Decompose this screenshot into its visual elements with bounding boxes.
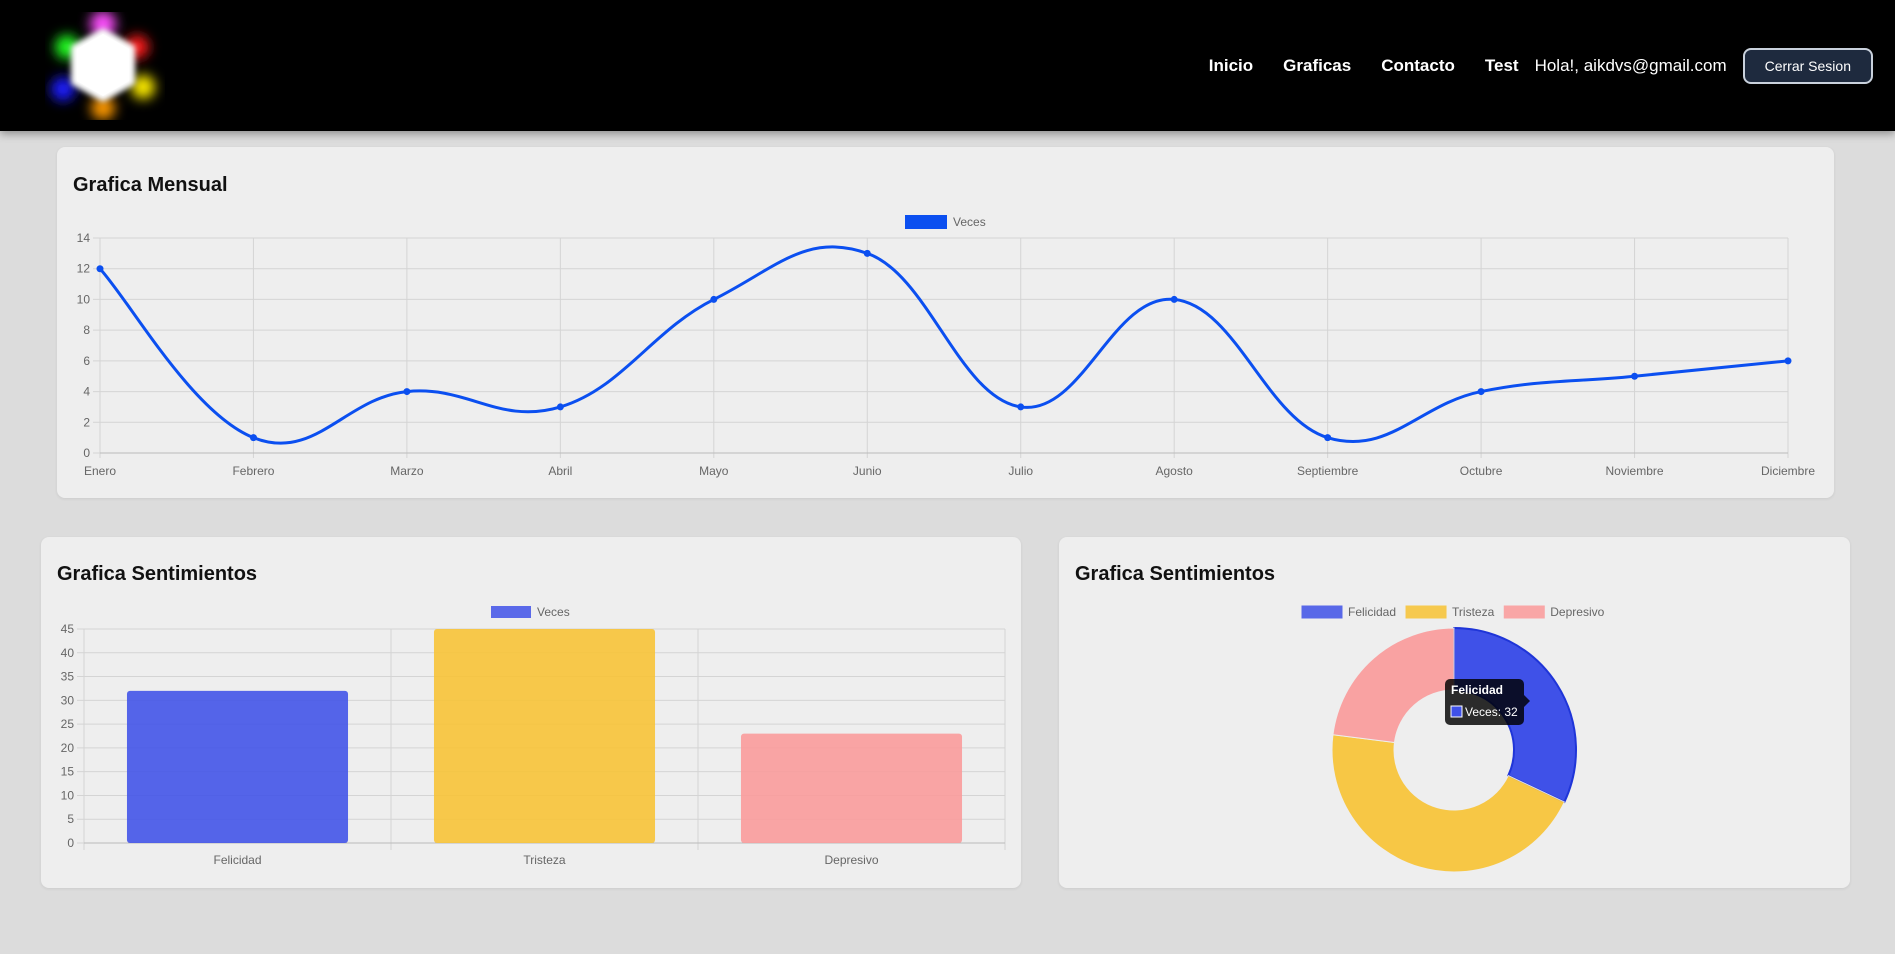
legend-label-tristeza: Tristeza xyxy=(1452,605,1495,619)
y-tick-label-2: 4 xyxy=(83,385,90,399)
y-tick-label-5: 25 xyxy=(61,717,75,731)
x-tick-label-felicidad: Felicidad xyxy=(213,853,261,867)
x-tick-label-1: Febrero xyxy=(232,464,274,478)
legend-swatch-depresivo xyxy=(1503,605,1545,619)
legend-swatch-tristeza xyxy=(1405,605,1447,619)
legend-label-veces: Veces xyxy=(953,215,986,229)
data-point-enero xyxy=(96,265,104,273)
y-tick-label-3: 6 xyxy=(83,354,90,368)
tooltip-title: Felicidad xyxy=(1451,683,1503,697)
x-tick-label-5: Junio xyxy=(853,464,882,478)
x-tick-label-7: Agosto xyxy=(1156,464,1194,478)
monthly-line-chart: Veces 0 2 4 6 8 10 12 14 Enero Febrero Marzo Abril Ma… xyxy=(77,215,1815,478)
data-point-marzo xyxy=(403,388,411,396)
bar-chart-card: Grafica Sentimientos Veces 0 5 10 15 20 25 30 35… xyxy=(41,537,1021,888)
tooltip-swatch xyxy=(1450,705,1463,718)
y-tick-label-4: 8 xyxy=(83,323,90,337)
logo-icon[interactable] xyxy=(45,12,165,120)
user-greeting: Hola!, aikdvs@gmail.com xyxy=(1534,56,1727,75)
monthly-chart-card: Grafica Mensual Veces 0 2 4 6 8 10 12 14 Enero Feb… xyxy=(57,147,1834,498)
y-tick-label-7: 14 xyxy=(77,231,91,245)
legend-label-veces: Veces xyxy=(537,605,570,619)
data-point-febrero xyxy=(249,434,257,442)
doughnut-chart-card: Grafica Sentimientos Felicidad Tristeza De… xyxy=(1059,537,1850,888)
legend-swatch-felicidad xyxy=(1301,605,1343,619)
y-tick-label-3: 15 xyxy=(61,765,75,779)
x-tick-label-0: Enero xyxy=(84,464,116,478)
series-line-veces xyxy=(98,245,1789,445)
y-tick-label-5: 10 xyxy=(77,292,91,306)
legend-swatch-veces xyxy=(491,606,531,618)
x-tick-label-tristeza: Tristeza xyxy=(523,853,566,867)
nav-link-graficas[interactable]: Graficas xyxy=(1283,56,1351,76)
bar-depresivo xyxy=(740,733,963,843)
legend-label-felicidad: Felicidad xyxy=(1348,605,1396,619)
tooltip-label: Veces: 32 xyxy=(1465,705,1518,719)
x-tick-label-8: Septiembre xyxy=(1297,464,1359,478)
data-point-octubre xyxy=(1477,388,1485,396)
y-tick-label-0: 0 xyxy=(83,446,90,460)
y-tick-label-0: 0 xyxy=(67,836,74,850)
sentiment-doughnut-chart: Felicidad Tristeza Depresivo Felicidad Veces… xyxy=(1301,605,1605,873)
x-tick-label-10: Noviembre xyxy=(1606,464,1664,478)
x-tick-label-depresivo: Depresivo xyxy=(824,853,878,867)
nav-link-inicio[interactable]: Inicio xyxy=(1209,56,1253,76)
logout-button[interactable]: Cerrar Sesion xyxy=(1742,48,1873,84)
bar-tristeza xyxy=(433,629,656,843)
x-tick-label-11: Diciembre xyxy=(1761,464,1815,478)
nav-links: Inicio Graficas Contacto Test Hola!, aik… xyxy=(1209,48,1873,84)
y-tick-label-2: 10 xyxy=(61,788,75,802)
sentiment-bar-chart: Veces 0 5 10 15 20 25 30 35 40 45 Felicidad Tristeza… xyxy=(61,605,1006,867)
y-tick-label-4: 20 xyxy=(61,741,75,755)
x-tick-label-9: Octubre xyxy=(1460,464,1503,478)
y-tick-label-6: 30 xyxy=(61,693,75,707)
y-tick-label-1: 2 xyxy=(83,415,90,429)
data-point-julio xyxy=(1017,403,1025,411)
y-tick-label-1: 5 xyxy=(67,812,74,826)
data-point-agosto xyxy=(1170,295,1178,303)
data-point-septiembre xyxy=(1324,434,1332,442)
nav-link-contacto[interactable]: Contacto xyxy=(1381,56,1455,76)
data-point-abril xyxy=(556,403,564,411)
data-point-junio xyxy=(863,249,871,257)
slice-depresivo xyxy=(1332,627,1455,744)
y-tick-label-9: 45 xyxy=(61,622,75,636)
navbar: Inicio Graficas Contacto Test Hola!, aik… xyxy=(0,0,1895,131)
data-point-diciembre xyxy=(1784,357,1792,365)
x-tick-label-2: Marzo xyxy=(390,464,424,478)
legend-label-depresivo: Depresivo xyxy=(1550,605,1604,619)
y-tick-label-7: 35 xyxy=(61,670,75,684)
nav-link-test[interactable]: Test xyxy=(1485,56,1519,76)
data-point-mayo xyxy=(710,295,718,303)
bar-felicidad xyxy=(126,690,349,843)
y-tick-label-6: 12 xyxy=(77,262,91,276)
x-tick-label-4: Mayo xyxy=(699,464,729,478)
x-tick-label-6: Julio xyxy=(1008,464,1033,478)
legend-swatch-veces xyxy=(905,215,947,229)
data-point-noviembre xyxy=(1631,372,1639,380)
x-tick-label-3: Abril xyxy=(548,464,572,478)
y-tick-label-8: 40 xyxy=(61,646,75,660)
